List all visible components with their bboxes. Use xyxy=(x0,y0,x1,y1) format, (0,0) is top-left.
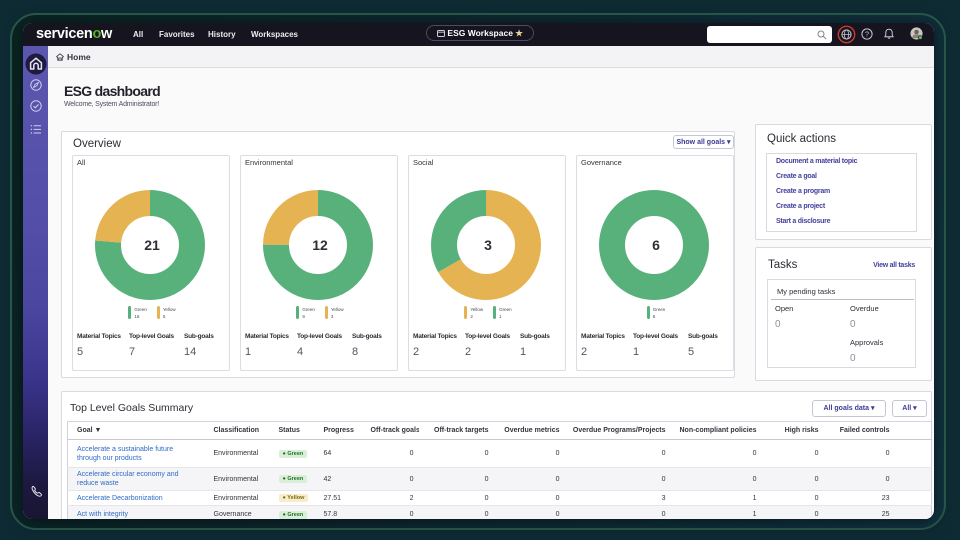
svg-text:?: ? xyxy=(865,30,869,39)
